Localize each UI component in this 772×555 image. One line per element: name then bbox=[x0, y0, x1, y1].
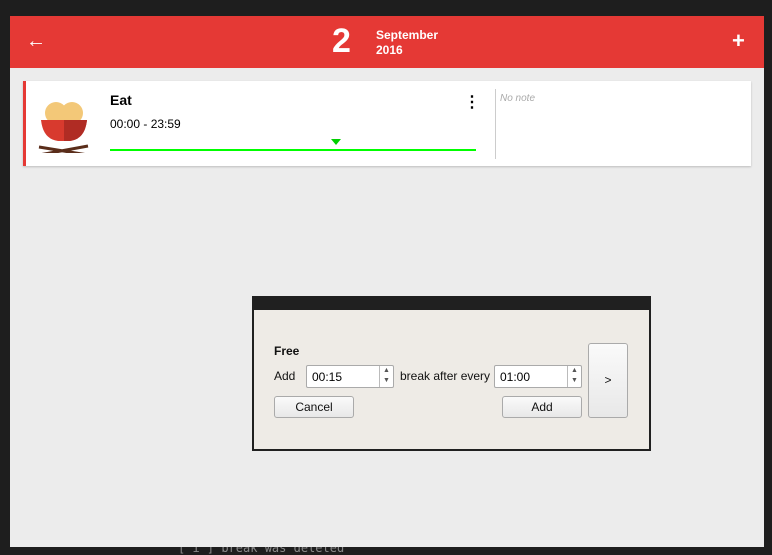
task-time: 00:00 - 23:59 bbox=[110, 117, 181, 131]
task-title: Eat bbox=[110, 92, 132, 108]
month-year: September 2016 bbox=[376, 28, 438, 58]
interval-value: 01:00 bbox=[500, 370, 531, 384]
app-window: ← 2 September 2016 + Eat 00:00 - 23:59 ⋮ … bbox=[10, 16, 764, 547]
day-number: 2 bbox=[332, 22, 351, 60]
break-after-label: break after every bbox=[400, 369, 491, 383]
spin-arrows-icon[interactable]: ▲ ▼ bbox=[567, 366, 581, 387]
add-plus-icon[interactable]: + bbox=[732, 28, 745, 54]
task-note[interactable]: No note bbox=[500, 93, 535, 104]
break-dialog: Free Add 00:15 ▲ ▼ break after every 01:00… bbox=[252, 296, 651, 451]
next-button[interactable]: > bbox=[588, 343, 628, 418]
back-arrow-icon[interactable]: ← bbox=[26, 30, 46, 53]
dialog-heading: Free bbox=[274, 344, 300, 358]
noodle-bowl-icon bbox=[38, 102, 89, 153]
more-vert-icon[interactable]: ⋮ bbox=[464, 92, 480, 112]
task-card[interactable]: Eat 00:00 - 23:59 ⋮ No note bbox=[23, 81, 751, 166]
break-duration-value: 00:15 bbox=[312, 370, 343, 384]
spin-arrows-icon[interactable]: ▲ ▼ bbox=[379, 366, 393, 387]
month: September bbox=[376, 28, 439, 42]
break-duration-spinbox[interactable]: 00:15 ▲ ▼ bbox=[306, 365, 394, 388]
divider bbox=[495, 89, 496, 159]
date-header: ← 2 September 2016 + bbox=[10, 16, 764, 68]
add-button[interactable]: Add bbox=[502, 396, 582, 418]
interval-spinbox[interactable]: 01:00 ▲ ▼ bbox=[494, 365, 582, 388]
year: 2016 bbox=[376, 43, 403, 57]
progress-marker-icon bbox=[331, 139, 341, 145]
cancel-button[interactable]: Cancel bbox=[274, 396, 354, 418]
add-label: Add bbox=[274, 369, 296, 383]
progress-bar bbox=[110, 149, 476, 151]
